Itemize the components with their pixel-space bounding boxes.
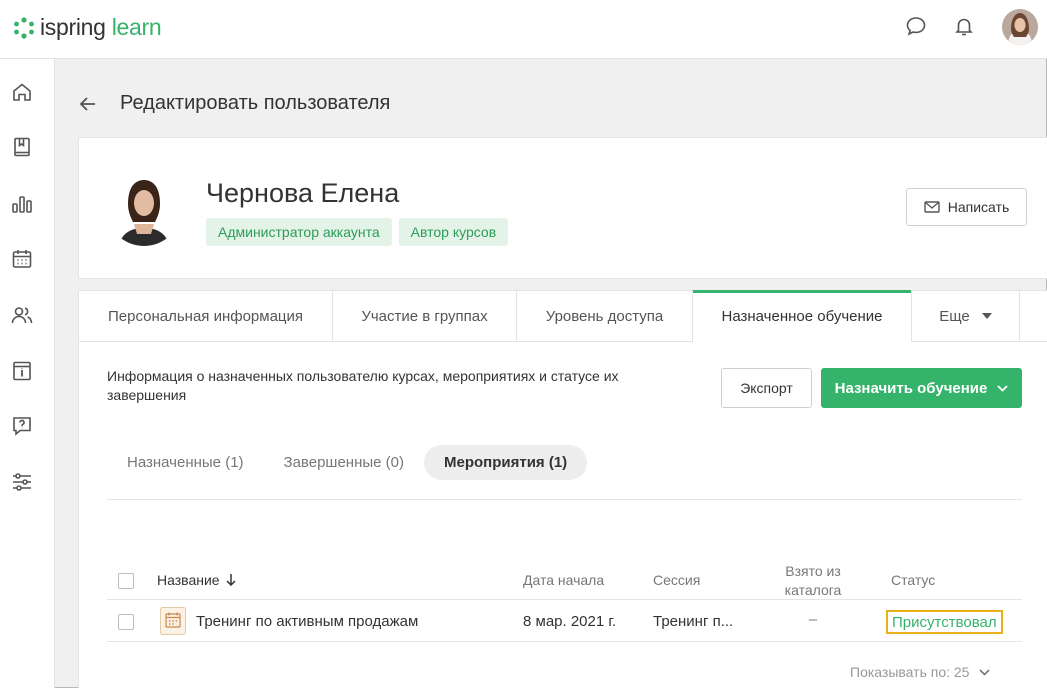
export-button[interactable]: Экспорт [721,368,812,408]
settings-icon[interactable] [10,470,34,494]
subtab-completed[interactable]: Завершенные (0) [264,445,424,480]
row-start-date: 8 мар. 2021 г. [523,613,617,630]
profile-photo [107,174,181,246]
tab-access-level[interactable]: Уровень доступа [517,291,693,341]
row-session: Тренинг п... [653,613,734,630]
column-header-session: Сессия [653,572,701,588]
sidebar [0,59,55,688]
chevron-down-icon [979,668,991,676]
write-message-label: Написать [947,199,1010,215]
role-badges: Администратор аккаунта Автор курсов [206,218,509,246]
role-badge: Автор курсов [398,218,509,246]
row-checkbox[interactable] [118,614,134,630]
question-icon[interactable] [10,414,34,438]
row-from-catalog: – [808,611,818,628]
divider [107,499,1022,500]
chart-icon[interactable] [10,192,34,216]
bell-icon[interactable] [952,14,976,38]
write-message-button[interactable]: Написать [906,188,1027,226]
page-size-selector[interactable]: Показывать по: 25 [850,664,991,680]
user-name: Чернова Елена [206,178,400,208]
info-icon[interactable] [10,359,34,383]
column-header-status: Статус [891,572,936,588]
user-avatar[interactable] [1002,9,1038,45]
event-calendar-icon [160,607,186,635]
chat-icon[interactable] [904,14,928,38]
column-header-from-catalog: Взято из каталога [784,563,842,598]
page-header: Редактировать пользователя [78,92,390,115]
logo[interactable]: ispring learn [13,14,162,41]
table-header-divider [107,599,1022,600]
assigned-info-text: Информация о назначенных пользователю ку… [107,368,619,403]
column-header-name[interactable]: Название [157,572,236,588]
book-icon[interactable] [10,135,34,159]
page-title: Редактировать пользователя [120,92,391,114]
home-icon[interactable] [10,80,34,104]
column-header-start-date: Дата начала [523,572,605,588]
logo-text: ispring learn [40,14,162,40]
tab-more[interactable]: Еще [912,291,1020,341]
select-all-checkbox[interactable] [118,573,134,589]
tab-assigned-training[interactable]: Назначенное обучение [693,290,912,342]
assign-training-button[interactable]: Назначить обучение [821,368,1022,408]
envelope-icon [924,201,940,213]
caret-down-icon [981,313,992,319]
row-name[interactable]: Тренинг по активным продажам [196,613,418,630]
subtab-events[interactable]: Мероприятия (1) [424,445,588,480]
tab-personal-info[interactable]: Персональная информация [79,291,333,341]
calendar-icon[interactable] [10,247,34,271]
back-arrow-icon[interactable] [78,94,98,114]
top-bar: ispring learn [0,0,1047,59]
page-size-label: Показывать по: 25 [850,664,970,680]
profile-card: Чернова Елена Администратор аккаунта Авт… [78,137,1047,279]
tabs: Персональная информация Участие в группа… [79,290,1047,342]
sort-arrow-down-icon [226,574,236,586]
users-icon[interactable] [10,303,34,327]
tab-groups[interactable]: Участие в группах [333,291,517,341]
subtabs: Назначенные (1) Завершенные (0) Мероприя… [107,445,588,480]
assigned-training-panel: Персональная информация Участие в группа… [78,290,1047,688]
role-badge: Администратор аккаунта [206,218,392,246]
row-status: Присутствовал [886,610,1003,634]
subtab-assigned[interactable]: Назначенные (1) [107,445,264,480]
row-divider [107,641,1022,642]
chevron-down-icon [997,384,1009,392]
logo-icon [14,16,34,39]
